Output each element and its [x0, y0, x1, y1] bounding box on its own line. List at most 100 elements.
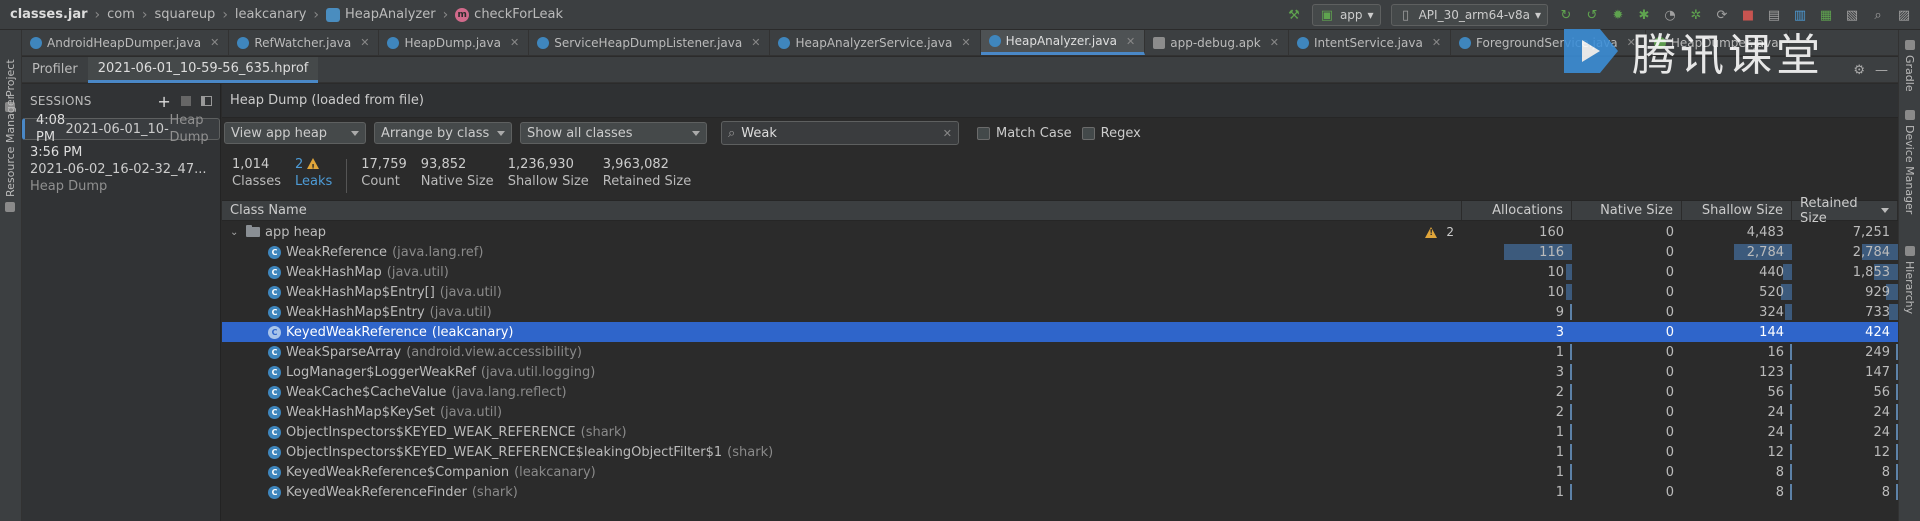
breadcrumb-item-com[interactable]: com — [107, 7, 135, 22]
session-item-1[interactable]: 4:08 PM 2021-06-01_10-59-56_635... Heap … — [22, 113, 220, 145]
breadcrumb-item-leakcanary[interactable]: leakcanary — [235, 7, 306, 22]
tab-heapdump[interactable]: HeapDump.java ✕ — [379, 30, 530, 55]
table-row[interactable]: C WeakHashMap$KeySet (java.util) 2 0 24 24 — [222, 402, 1898, 422]
class-name: LogManager$LoggerWeakRef — [286, 364, 476, 380]
debug-icon[interactable]: ✹ — [1610, 7, 1626, 23]
cell-shallow-size: 144 — [1682, 322, 1792, 342]
close-icon[interactable]: ✕ — [961, 36, 970, 49]
column-header-class-name[interactable]: Class Name — [222, 201, 1462, 220]
breadcrumb-item-jar[interactable]: classes.jar — [10, 7, 88, 22]
tab-androidheapdumper[interactable]: AndroidHeapDumper.java ✕ — [22, 30, 230, 55]
resource-manager-tool-button[interactable]: Resource Manager — [4, 95, 17, 212]
table-row[interactable]: C KeyedWeakReference (leakcanary) 3 0 144 424 — [222, 322, 1898, 342]
profiler-header-tools: ⚙ — — [1853, 57, 1888, 83]
cell-retained-size: 8 — [1792, 482, 1898, 502]
tab-heapanalyzerservice[interactable]: HeapAnalyzerService.java ✕ — [770, 30, 981, 55]
column-header-shallow-size[interactable]: Shallow Size — [1682, 201, 1792, 220]
column-header-allocations[interactable]: Allocations — [1462, 201, 1572, 220]
table-row[interactable]: C ObjectInspectors$KEYED_WEAK_REFERENCE$l… — [222, 442, 1898, 462]
native-size-value: 0 — [1665, 344, 1674, 360]
chevron-down-icon: ▾ — [1367, 8, 1374, 22]
device-select[interactable]: ▯ API_30_arm64-v8a ▾ — [1390, 4, 1548, 26]
close-icon[interactable]: ✕ — [1432, 36, 1441, 49]
regex-checkbox[interactable]: Regex — [1081, 126, 1141, 141]
match-case-label: Match Case — [996, 125, 1072, 141]
tab-app-debug-apk[interactable]: app-debug.apk ✕ — [1145, 30, 1289, 55]
breadcrumb-item-method[interactable]: m checkForLeak — [455, 7, 563, 22]
clear-search-icon[interactable]: ✕ — [943, 127, 952, 140]
stop-session-icon[interactable] — [181, 96, 191, 106]
cell-retained-size: 7,251 — [1792, 222, 1898, 242]
gradle-tool-button[interactable]: Gradle — [1903, 40, 1916, 92]
collapse-panel-icon[interactable] — [201, 96, 212, 106]
settings-gear-icon[interactable]: ⚙ — [1853, 63, 1865, 78]
table-row[interactable]: C ObjectInspectors$KEYED_WEAK_REFERENCE (s… — [222, 422, 1898, 442]
cell-native-size: 0 — [1572, 222, 1682, 242]
table-row-root[interactable]: ⌄ app heap 2 160 0 4,483 7,251 — [222, 222, 1898, 242]
sessions-tools: + — [157, 92, 212, 111]
breadcrumb: classes.jar › com › squareup › leakcanar… — [0, 7, 563, 23]
cell-retained-size: 147 — [1792, 362, 1898, 382]
breadcrumb-item-squareup[interactable]: squareup — [155, 7, 216, 22]
hierarchy-tool-button[interactable]: Hierarchy — [1903, 246, 1916, 314]
column-header-native-size[interactable]: Native Size — [1572, 201, 1682, 220]
shallow-size-bar — [1785, 304, 1792, 320]
table-row[interactable]: C WeakHashMap (java.util) 10 0 440 1,853 — [222, 262, 1898, 282]
cell-retained-size: 24 — [1792, 402, 1898, 422]
heap-select[interactable]: View app heap — [224, 122, 366, 144]
hammer-build-icon[interactable]: ⚒ — [1286, 7, 1302, 23]
heap-select-value: View app heap — [231, 125, 328, 141]
match-case-checkbox[interactable]: Match Case — [977, 126, 1072, 141]
apply-changes-icon[interactable]: ↻ — [1558, 7, 1574, 23]
table-row[interactable]: C WeakHashMap$Entry (java.util) 9 0 324 733 — [222, 302, 1898, 322]
breadcrumb-item-class[interactable]: HeapAnalyzer — [326, 7, 436, 22]
column-header-retained-size[interactable]: Retained Size — [1792, 196, 1898, 226]
layout-inspector-icon[interactable]: ▧ — [1844, 7, 1860, 23]
table-row[interactable]: C WeakHashMap$Entry[] (java.util) 10 0 520 929 — [222, 282, 1898, 302]
cell-class-name: C WeakSparseArray (android.view.accessibil… — [222, 342, 1462, 362]
hprof-file-tab[interactable]: 2021-06-01_10-59-56_635.hprof — [87, 56, 319, 83]
class-name: WeakHashMap — [286, 264, 382, 280]
watermark-text: 腾讯课堂 — [1632, 30, 1824, 81]
apply-code-changes-icon[interactable]: ↺ — [1584, 7, 1600, 23]
table-row[interactable]: C WeakReference (java.lang.ref) 116 0 2,784 2,… — [222, 242, 1898, 262]
close-icon[interactable]: ✕ — [751, 36, 760, 49]
class-c-icon: C — [268, 445, 281, 459]
tab-serviceheapdumplistener[interactable]: ServiceHeapDumpListener.java ✕ — [529, 30, 771, 55]
tab-heapanalyzer[interactable]: HeapAnalyzer.java ✕ — [980, 30, 1146, 55]
close-icon[interactable]: ✕ — [1126, 35, 1135, 48]
cell-retained-size: 424 — [1792, 322, 1898, 342]
device-manager-tool-button[interactable]: Device Manager — [1903, 110, 1916, 214]
show-classes-select[interactable]: Show all classes — [520, 122, 707, 144]
close-icon[interactable]: ✕ — [1270, 36, 1279, 49]
table-row[interactable]: C WeakSparseArray (android.view.accessibil… — [222, 342, 1898, 362]
chevron-down-icon[interactable]: ⌄ — [230, 227, 240, 238]
cell-retained-size: 24 — [1792, 422, 1898, 442]
search-icon[interactable]: ⌕ — [1870, 7, 1886, 23]
leak-badge[interactable]: 2 — [1421, 222, 1454, 242]
class-name: WeakHashMap$Entry — [286, 304, 425, 320]
close-icon[interactable]: ✕ — [360, 36, 369, 49]
settings-icon[interactable]: ▨ — [1896, 7, 1912, 23]
stat-classes: 1,014 Classes — [232, 156, 281, 196]
arrange-select[interactable]: Arrange by class — [374, 122, 512, 144]
right-tool-strip: Gradle Device Manager Hierarchy — [1898, 30, 1920, 521]
table-row[interactable]: C KeyedWeakReferenceFinder (shark) 1 0 8 8 — [222, 482, 1898, 502]
close-icon[interactable]: ✕ — [510, 36, 519, 49]
tab-refwatcher[interactable]: RefWatcher.java ✕ — [229, 30, 380, 55]
tab-intentservice[interactable]: IntentService.java ✕ — [1289, 30, 1452, 55]
session-item-2[interactable]: 3:56 PM 2021-06-02_16-02-32_47... Heap D… — [22, 140, 220, 202]
native-size-value: 0 — [1665, 264, 1674, 280]
table-row[interactable]: C WeakCache$CacheValue (java.lang.reflect)… — [222, 382, 1898, 402]
stat-leaks[interactable]: 2Leaks — [295, 156, 332, 196]
table-row[interactable]: C LogManager$LoggerWeakRef (java.util.logg… — [222, 362, 1898, 382]
cell-shallow-size: 123 — [1682, 362, 1792, 382]
class-c-icon: C — [268, 285, 281, 299]
add-session-icon[interactable]: + — [157, 92, 171, 111]
table-row[interactable]: C KeyedWeakReference$Companion (leakcanary… — [222, 462, 1898, 482]
minimize-icon[interactable]: — — [1875, 63, 1888, 78]
hierarchy-label: Hierarchy — [1903, 261, 1916, 315]
run-configuration-select[interactable]: ▣ app ▾ — [1311, 4, 1381, 26]
close-icon[interactable]: ✕ — [210, 36, 219, 49]
class-search-input[interactable]: ⌕ Weak ✕ — [721, 121, 959, 145]
